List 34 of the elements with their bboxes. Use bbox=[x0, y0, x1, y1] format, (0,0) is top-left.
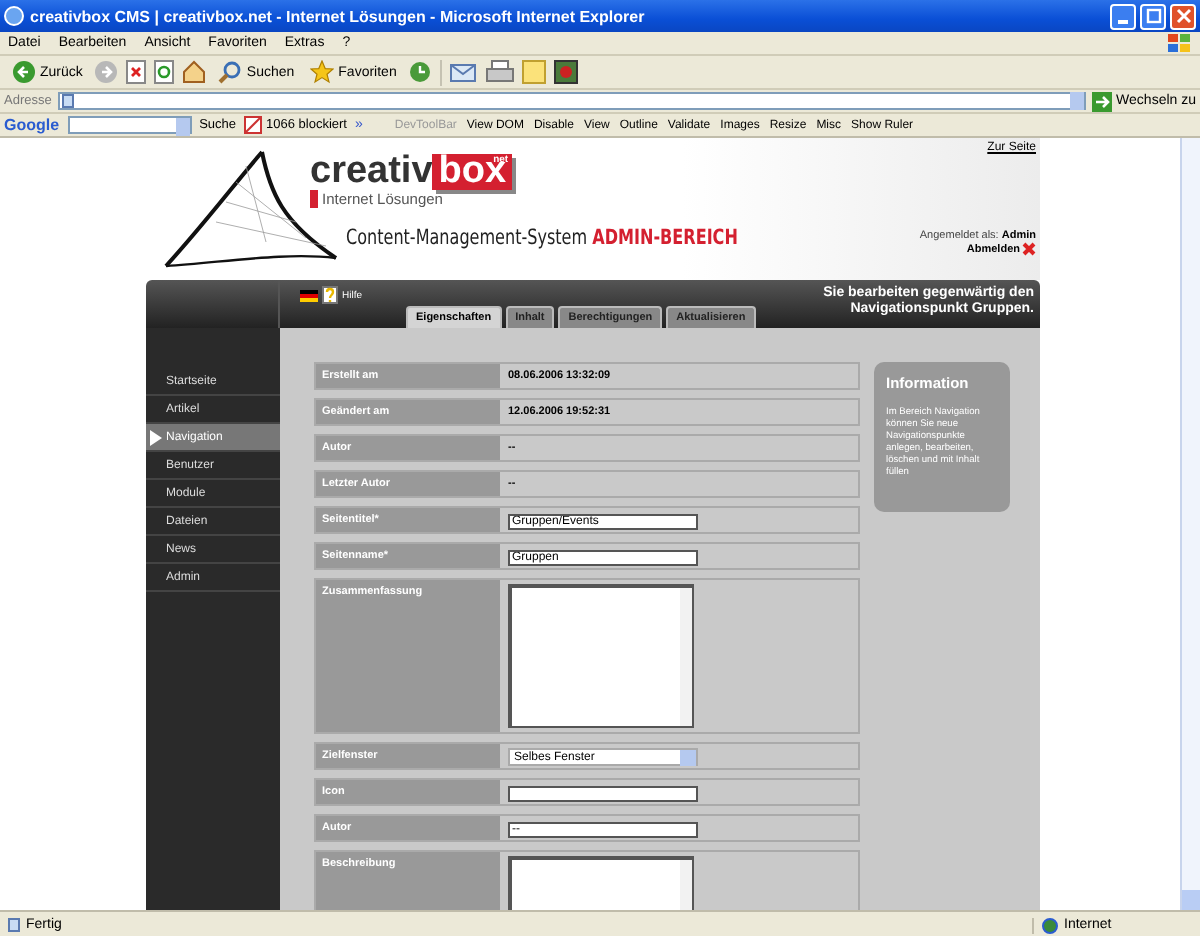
arrow-icon bbox=[150, 430, 162, 446]
google-logo[interactable]: Google bbox=[4, 116, 60, 134]
logo-wordmark: creativ bbox=[310, 154, 433, 190]
blocked-icon bbox=[244, 116, 262, 134]
home-icon[interactable] bbox=[182, 60, 207, 84]
close-button[interactable] bbox=[1170, 3, 1196, 29]
close-icon bbox=[1175, 8, 1191, 24]
search-icon bbox=[218, 60, 243, 84]
area-title: ADMIN-BEREICH bbox=[592, 226, 738, 250]
help-icon bbox=[322, 286, 338, 304]
scrollbar[interactable] bbox=[1180, 138, 1200, 910]
mail-icon[interactable] bbox=[450, 60, 479, 84]
star-icon bbox=[310, 60, 335, 84]
maximize-icon bbox=[1145, 8, 1161, 24]
page-icon bbox=[8, 918, 20, 932]
window-title: creativbox CMS | creativbox.net - Internet Lösungen - Microsoft Internet Explorer bbox=[30, 7, 647, 25]
minimize-button[interactable] bbox=[1110, 3, 1136, 29]
flag-icon bbox=[300, 289, 318, 301]
close-icon bbox=[1022, 242, 1036, 256]
cms-title: Content-Management-System bbox=[346, 226, 588, 250]
refresh-icon[interactable] bbox=[154, 60, 175, 84]
windows-logo-icon bbox=[1168, 33, 1192, 53]
browser-icon bbox=[4, 6, 24, 26]
history-icon[interactable] bbox=[408, 60, 433, 84]
address-field[interactable] bbox=[57, 92, 1087, 110]
maximize-button[interactable] bbox=[1140, 3, 1166, 29]
arrow-icon bbox=[1092, 91, 1113, 111]
stop-icon[interactable] bbox=[126, 60, 147, 84]
printer-icon[interactable] bbox=[486, 60, 515, 84]
back-arrow-icon bbox=[12, 60, 36, 84]
google-search-field[interactable] bbox=[67, 116, 192, 134]
text-input[interactable] bbox=[508, 786, 698, 802]
globe-icon bbox=[1042, 917, 1058, 933]
text-area[interactable] bbox=[508, 584, 694, 728]
